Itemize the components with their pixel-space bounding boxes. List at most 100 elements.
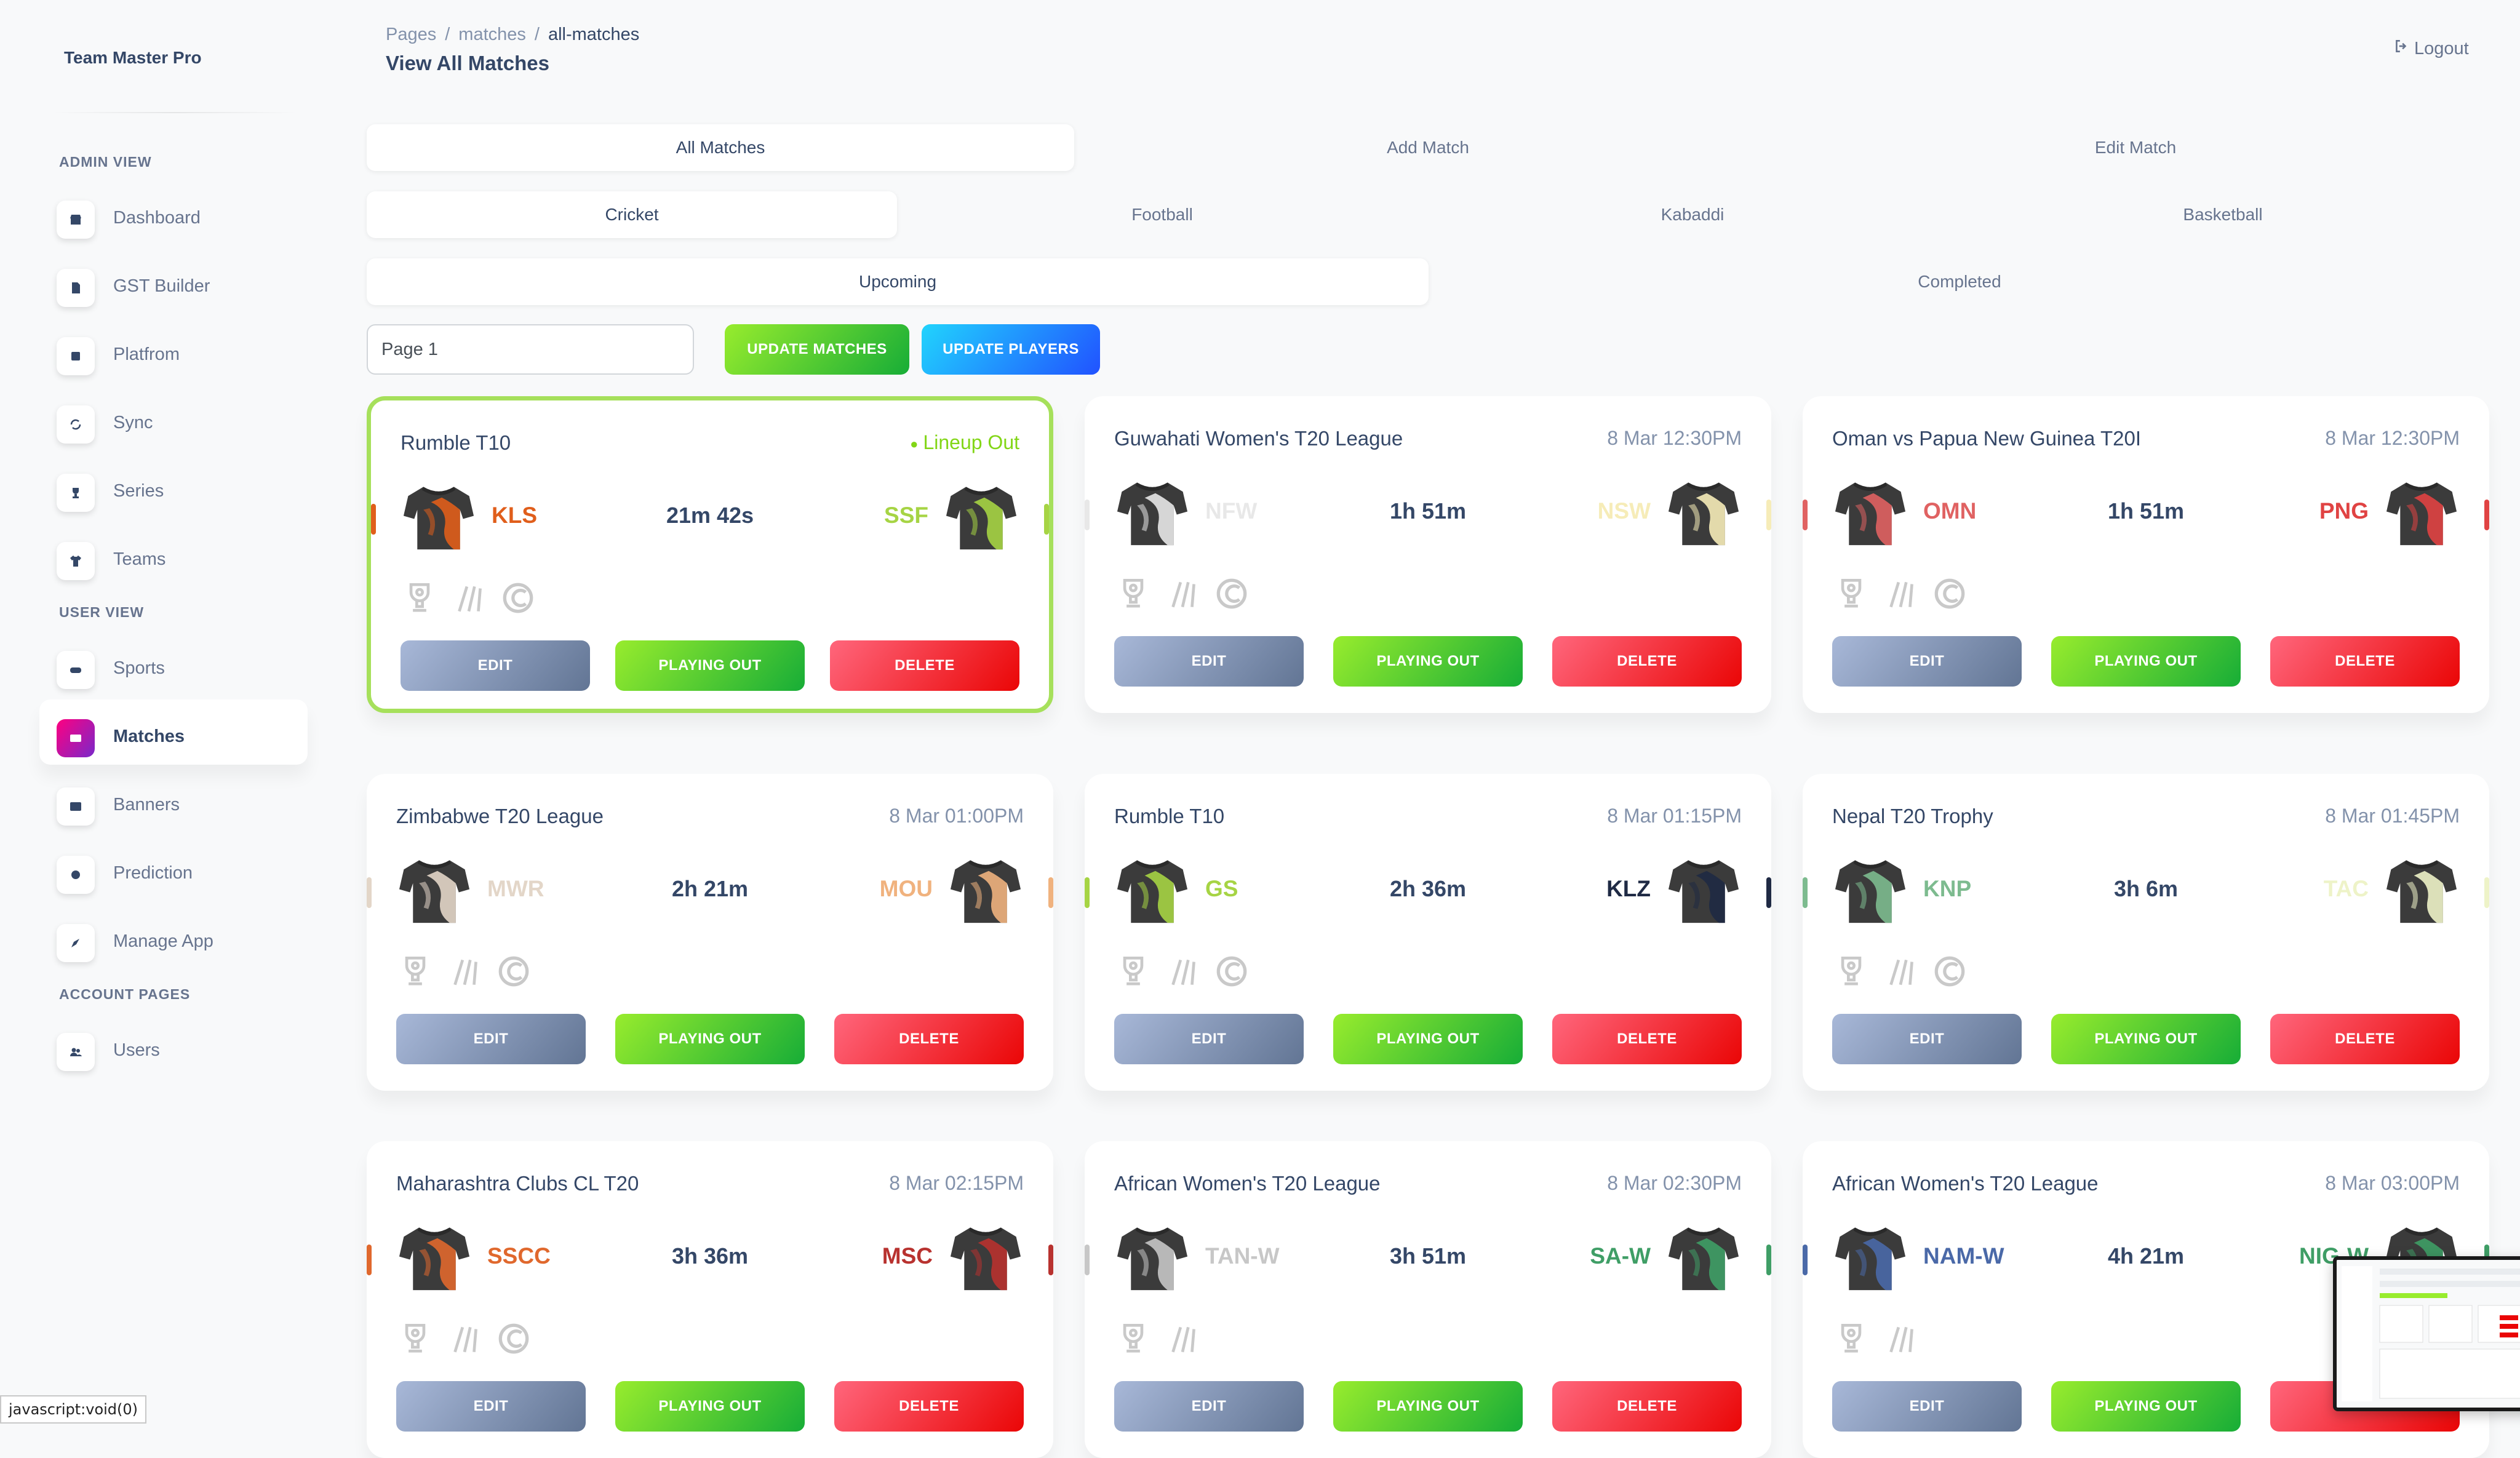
edit-button[interactable]: EDIT [1114, 1381, 1304, 1432]
playing-out-button[interactable]: PLAYING OUT [2051, 636, 2241, 687]
match-actions: EDIT PLAYING OUT DELETE [396, 1014, 1024, 1064]
edit-button[interactable]: EDIT [1832, 636, 2022, 687]
match-card[interactable]: Rumble T10 ● Lineup Out KLS SSF 21m 42s EDIT PL… [367, 396, 1053, 713]
edit-button[interactable]: EDIT [396, 1381, 586, 1432]
sidebar-item-gst-builder[interactable]: GST Builder [39, 249, 308, 314]
brand-name[interactable]: Team Master Pro [64, 48, 202, 68]
trophy-icon [1832, 1320, 1870, 1358]
logout-link[interactable]: Logout [2393, 38, 2469, 59]
delete-button[interactable]: DELETE [2270, 636, 2460, 687]
match-card[interactable]: Nepal T20 Trophy 8 Mar 01:45PM KNP TAC 3h 6m… [1803, 774, 2489, 1091]
breadcrumb-current: all-matches [548, 25, 640, 44]
rocket-icon [57, 924, 95, 962]
match-actions: EDIT PLAYING OUT DELETE [1114, 1014, 1742, 1064]
edit-button[interactable]: EDIT [1832, 1014, 2022, 1064]
tab-all-matches[interactable]: All Matches [367, 124, 1074, 171]
playing-out-button[interactable]: PLAYING OUT [2051, 1381, 2241, 1432]
edit-button[interactable]: EDIT [396, 1014, 586, 1064]
status-bar: javascript:void(0) [0, 1395, 147, 1424]
users-icon [57, 1033, 95, 1071]
playing-out-button[interactable]: PLAYING OUT [615, 640, 805, 691]
sidebar-item-label: Matches [113, 727, 185, 746]
delete-button[interactable]: DELETE [1552, 1014, 1742, 1064]
delete-button[interactable]: DELETE [834, 1014, 1024, 1064]
view-tabs: All Matches Add Match Edit Match [367, 124, 2495, 171]
playing-out-button[interactable]: PLAYING OUT [1333, 1381, 1523, 1432]
match-feature-icons [1114, 1320, 1202, 1358]
tab-edit-match[interactable]: Edit Match [1782, 124, 2489, 171]
match-actions: EDIT PLAYING OUT DELETE [1114, 1381, 1742, 1432]
match-league: Nepal T20 Trophy [1832, 805, 1993, 827]
match-card[interactable]: African Women's T20 League 8 Mar 02:30PM T… [1085, 1141, 1771, 1458]
shirt-icon [57, 542, 95, 580]
delete-button[interactable]: DELETE [830, 640, 1019, 691]
tab-completed[interactable]: Completed [1429, 258, 2490, 305]
match-feature-icons [1832, 575, 1969, 613]
cricket-bat-icon [445, 1320, 484, 1358]
match-league: Rumble T10 [401, 431, 511, 454]
match-league: Maharashtra Clubs CL T20 [396, 1172, 639, 1195]
sidebar-item-manage-app[interactable]: Manage App [39, 904, 308, 970]
match-countdown: 3h 36m [671, 1243, 749, 1269]
match-actions: EDIT PLAYING OUT DELETE [1832, 1014, 2460, 1064]
page-select[interactable]: Page 1 [367, 324, 694, 375]
sidebar-item-series[interactable]: Series [39, 454, 308, 519]
update-players-button[interactable]: UPDATE PLAYERS [922, 324, 1100, 375]
tab-cricket[interactable]: Cricket [367, 191, 897, 238]
playing-out-button[interactable]: PLAYING OUT [615, 1381, 805, 1432]
match-actions: EDIT PLAYING OUT DELETE [1114, 636, 1742, 687]
match-actions: EDIT PLAYING OUT DELETE [1832, 636, 2460, 687]
sidebar-item-label: Sync [113, 413, 153, 432]
delete-button[interactable]: DELETE [834, 1381, 1024, 1432]
sidebar-item-teams[interactable]: Teams [39, 522, 308, 588]
match-card[interactable]: Zimbabwe T20 League 8 Mar 01:00PM MWR MOU 2h… [367, 774, 1053, 1091]
edit-button[interactable]: EDIT [401, 640, 590, 691]
sidebar-item-sports[interactable]: Sports [39, 631, 308, 696]
playing-out-button[interactable]: PLAYING OUT [2051, 1014, 2241, 1064]
edit-button[interactable]: EDIT [1114, 1014, 1304, 1064]
update-matches-button[interactable]: UPDATE MATCHES [725, 324, 909, 375]
sidebar-item-dashboard[interactable]: Dashboard [39, 181, 308, 246]
sidebar-item-prediction[interactable]: Prediction [39, 836, 308, 901]
delete-button[interactable]: DELETE [1552, 636, 1742, 687]
match-actions: EDIT PLAYING OUT DELETE [396, 1381, 1024, 1432]
page-title: View All Matches [386, 52, 549, 74]
breadcrumb-matches[interactable]: matches [458, 25, 526, 44]
cricket-bat-icon [1881, 1320, 1920, 1358]
playing-out-button[interactable]: PLAYING OUT [1333, 1014, 1523, 1064]
match-feature-icons [1114, 575, 1251, 613]
match-feature-icons [396, 1320, 533, 1358]
match-feature-icons [1832, 1320, 1920, 1358]
match-card[interactable]: Rumble T10 8 Mar 01:15PM GS KLZ 2h 36m EDIT PL… [1085, 774, 1771, 1091]
tab-basketball[interactable]: Basketball [1958, 191, 2488, 238]
sidebar-item-matches[interactable]: Matches [39, 699, 308, 765]
document-icon [57, 269, 95, 307]
match-time: 8 Mar 02:30PM [1607, 1172, 1742, 1194]
match-card[interactable]: Oman vs Papua New Guinea T20I 8 Mar 12:30… [1803, 396, 2489, 713]
nav-section-title: ACCOUNT PAGES [59, 986, 191, 1002]
delete-button[interactable]: DELETE [1552, 1381, 1742, 1432]
tab-football[interactable]: Football [897, 191, 1427, 238]
edit-button[interactable]: EDIT [1114, 636, 1304, 687]
match-countdown: 2h 21m [671, 876, 749, 901]
playing-out-button[interactable]: PLAYING OUT [1333, 636, 1523, 687]
sidebar-item-platfrom[interactable]: Platfrom [39, 317, 308, 383]
match-league: African Women's T20 League [1832, 1172, 2099, 1195]
screen-preview-thumbnail[interactable] [2333, 1256, 2520, 1411]
nav-section-title: USER VIEW [59, 604, 145, 620]
edit-button[interactable]: EDIT [1832, 1381, 2022, 1432]
coin-icon [1213, 952, 1251, 990]
playing-out-button[interactable]: PLAYING OUT [615, 1014, 805, 1064]
breadcrumb-pages[interactable]: Pages [386, 25, 436, 44]
cricket-bat-icon [1881, 575, 1920, 613]
live-dot-icon: ● [910, 436, 919, 452]
match-card[interactable]: Maharashtra Clubs CL T20 8 Mar 02:15PM SSC… [367, 1141, 1053, 1458]
sidebar-item-banners[interactable]: Banners [39, 768, 308, 833]
match-card[interactable]: Guwahati Women's T20 League 8 Mar 12:30PM… [1085, 396, 1771, 713]
sidebar-item-users[interactable]: Users [39, 1013, 308, 1078]
delete-button[interactable]: DELETE [2270, 1014, 2460, 1064]
tab-upcoming[interactable]: Upcoming [367, 258, 1429, 305]
tab-kabaddi[interactable]: Kabaddi [1427, 191, 1958, 238]
tab-add-match[interactable]: Add Match [1074, 124, 1782, 171]
sidebar-item-sync[interactable]: Sync [39, 386, 308, 451]
